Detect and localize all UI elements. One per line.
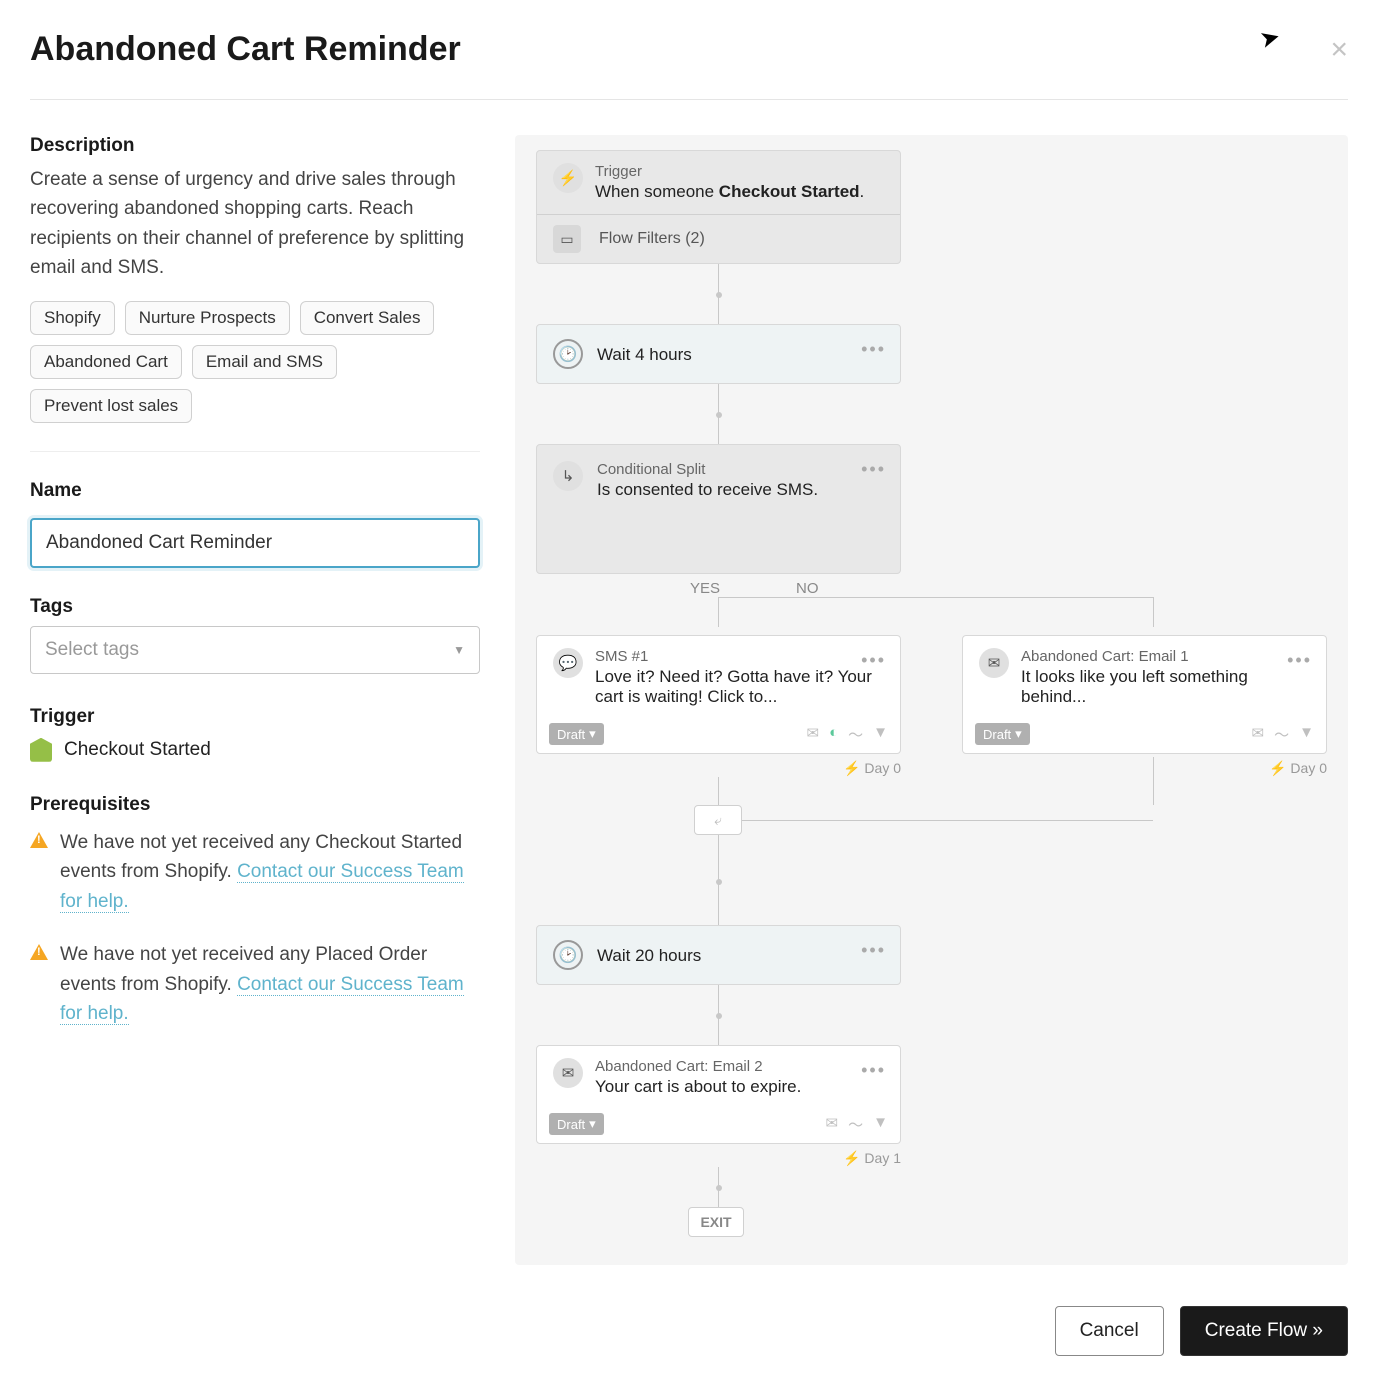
left-panel: Description Create a sense of urgency an… bbox=[30, 135, 480, 1265]
wait-node[interactable]: 🕑 Wait 4 hours ••• bbox=[536, 324, 901, 384]
modal-header: Abandoned Cart Reminder × bbox=[30, 20, 1348, 99]
analytics-icon: 〜 bbox=[848, 1114, 863, 1135]
moon-icon: ◐ bbox=[829, 724, 838, 745]
tag-pill: Shopify bbox=[30, 301, 115, 335]
yes-label: YES bbox=[690, 580, 720, 597]
sms-node[interactable]: 💬 SMS #1 Love it? Need it? Gotta have it… bbox=[536, 635, 901, 754]
create-flow-button[interactable]: Create Flow » bbox=[1180, 1306, 1348, 1356]
envelope-icon: ✉ bbox=[806, 724, 819, 745]
sms-label: SMS #1 bbox=[595, 648, 884, 665]
conditional-split-node[interactable]: ↳ Conditional Split Is consented to rece… bbox=[536, 444, 901, 574]
wait-text: Wait 20 hours bbox=[597, 946, 701, 966]
email-text: Your cart is about to expire. bbox=[595, 1077, 884, 1097]
flow-filters-label: Flow Filters (2) bbox=[599, 230, 705, 248]
trigger-prefix: When someone bbox=[595, 182, 719, 201]
sms-text: Love it? Need it? Gotta have it? Your ca… bbox=[595, 667, 884, 707]
more-icon[interactable]: ••• bbox=[1287, 650, 1312, 671]
warning-icon bbox=[30, 832, 48, 848]
description-heading: Description bbox=[30, 135, 480, 157]
exit-node: EXIT bbox=[688, 1207, 744, 1237]
tag-pill: Convert Sales bbox=[300, 301, 435, 335]
tags-heading: Tags bbox=[30, 596, 480, 618]
tags-select[interactable]: Select tags ▼ bbox=[30, 626, 480, 674]
prerequisite-item: We have not yet received any Checkout St… bbox=[30, 828, 480, 916]
modal-title: Abandoned Cart Reminder bbox=[30, 30, 461, 69]
merge-node[interactable]: ⤶ bbox=[694, 805, 742, 835]
split-text: Is consented to receive SMS. bbox=[597, 480, 818, 500]
description-text: Create a sense of urgency and drive sale… bbox=[30, 165, 480, 283]
email-node[interactable]: ✉ Abandoned Cart: Email 1 It looks like … bbox=[962, 635, 1327, 754]
status-badge[interactable]: Draft ▾ bbox=[549, 1113, 604, 1135]
trigger-event: Checkout Started bbox=[719, 182, 860, 201]
more-icon[interactable]: ••• bbox=[861, 1060, 886, 1081]
envelope-icon: ✉ bbox=[1252, 724, 1265, 745]
status-badge[interactable]: Draft ▾ bbox=[549, 723, 604, 745]
more-icon[interactable]: ••• bbox=[861, 459, 886, 480]
split-icon: ↳ bbox=[553, 461, 583, 491]
clock-icon: 🕑 bbox=[553, 940, 583, 970]
trigger-heading: Trigger bbox=[30, 706, 480, 728]
close-icon[interactable]: × bbox=[1330, 33, 1348, 67]
funnel-icon: ▼ bbox=[1299, 724, 1314, 745]
wait-text: Wait 4 hours bbox=[597, 345, 692, 365]
day-label: Day 0 bbox=[864, 760, 901, 776]
cancel-button[interactable]: Cancel bbox=[1055, 1306, 1164, 1356]
email-label: Abandoned Cart: Email 2 bbox=[595, 1058, 884, 1075]
funnel-icon: ▼ bbox=[873, 1114, 888, 1135]
analytics-icon: 〜 bbox=[1274, 724, 1289, 745]
filter-icon: ▭ bbox=[553, 225, 581, 253]
warning-icon bbox=[30, 944, 48, 960]
name-heading: Name bbox=[30, 480, 480, 502]
no-label: NO bbox=[796, 580, 819, 597]
day-label: Day 0 bbox=[1290, 760, 1327, 776]
flow-canvas: ⚡ Trigger When someone Checkout Started.… bbox=[515, 135, 1348, 1265]
envelope-icon: ✉ bbox=[826, 1114, 839, 1135]
wait-node[interactable]: 🕑 Wait 20 hours ••• bbox=[536, 925, 901, 985]
chevron-down-icon: ▼ bbox=[453, 643, 465, 657]
clock-icon: 🕑 bbox=[553, 339, 583, 369]
tags-placeholder: Select tags bbox=[45, 639, 139, 661]
trigger-node[interactable]: ⚡ Trigger When someone Checkout Started.… bbox=[536, 150, 901, 264]
chat-icon: 💬 bbox=[553, 648, 583, 678]
tags-row: Shopify Nurture Prospects Convert Sales … bbox=[30, 301, 480, 423]
envelope-icon: ✉ bbox=[553, 1058, 583, 1088]
split-label: Conditional Split bbox=[597, 461, 818, 478]
shopify-icon bbox=[30, 738, 52, 762]
funnel-icon: ▼ bbox=[873, 724, 888, 745]
trigger-label: Trigger bbox=[595, 163, 864, 180]
day-label: Day 1 bbox=[864, 1150, 901, 1166]
flow-name-input[interactable] bbox=[30, 518, 480, 568]
trigger-value: Checkout Started bbox=[64, 739, 211, 761]
modal-footer: Cancel Create Flow » bbox=[1055, 1306, 1348, 1356]
more-icon[interactable]: ••• bbox=[861, 940, 886, 961]
email-text: It looks like you left something behind.… bbox=[1021, 667, 1310, 707]
analytics-icon: 〜 bbox=[848, 724, 863, 745]
tag-pill: Prevent lost sales bbox=[30, 389, 192, 423]
prerequisite-item: We have not yet received any Placed Orde… bbox=[30, 940, 480, 1028]
bolt-icon: ⚡ bbox=[553, 163, 583, 193]
tag-pill: Email and SMS bbox=[192, 345, 337, 379]
trigger-row: Checkout Started bbox=[30, 738, 480, 762]
section-divider bbox=[30, 451, 480, 452]
more-icon[interactable]: ••• bbox=[861, 339, 886, 360]
tag-pill: Abandoned Cart bbox=[30, 345, 182, 379]
tag-pill: Nurture Prospects bbox=[125, 301, 290, 335]
prerequisites-heading: Prerequisites bbox=[30, 794, 480, 816]
email-label: Abandoned Cart: Email 1 bbox=[1021, 648, 1310, 665]
email-node[interactable]: ✉ Abandoned Cart: Email 2 Your cart is a… bbox=[536, 1045, 901, 1144]
more-icon[interactable]: ••• bbox=[861, 650, 886, 671]
status-badge[interactable]: Draft ▾ bbox=[975, 723, 1030, 745]
envelope-icon: ✉ bbox=[979, 648, 1009, 678]
header-divider bbox=[30, 99, 1348, 100]
